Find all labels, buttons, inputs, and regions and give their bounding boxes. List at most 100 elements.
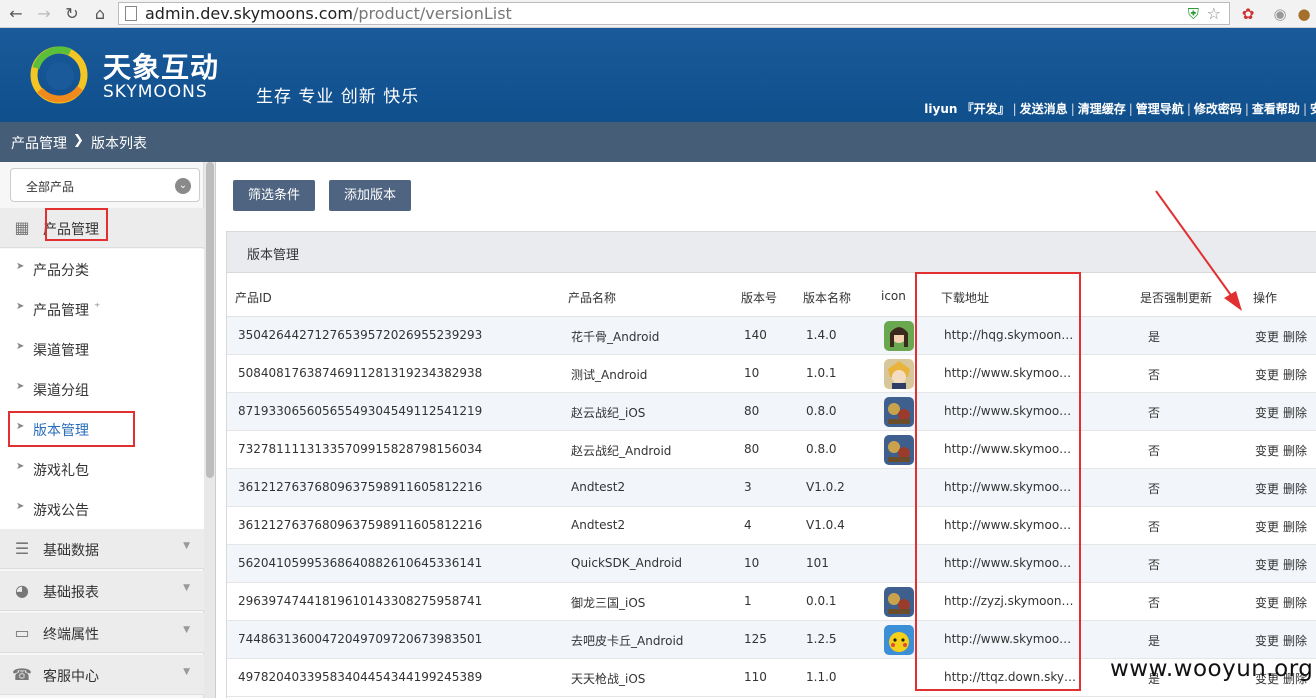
cell-force-update: 否 [1148,444,1161,458]
edit-link[interactable]: 变更 [1255,328,1279,345]
sidebar-item-product-category[interactable]: ➤ 产品分类 [0,249,204,289]
delete-link[interactable]: 删除 [1283,366,1307,383]
caret-down-icon: ▼ [183,625,190,635]
delete-link[interactable]: 删除 [1283,480,1307,497]
cell-version-name: V1.0.2 [806,480,845,494]
sidebar-item-product-manage[interactable]: ➤ 产品管理 ⁺ [0,289,204,329]
bullet-icon: ➤ [16,301,25,312]
sidebar-section-label: 基础数据 [43,543,99,559]
cookie-icon[interactable]: ● [1294,4,1314,24]
sidebar-item-channel-group[interactable]: ➤ 渠道分组 [0,369,204,409]
sidebar-section-terminal[interactable]: ▭ 终端属性 ▼ [0,613,204,653]
logo-icon [30,46,88,104]
sidebar-scrollbar[interactable] [204,162,216,698]
product-select[interactable]: 全部产品 ⌄ [10,168,200,202]
edit-link[interactable]: 变更 [1255,632,1279,649]
cell-version-no: 4 [744,518,752,532]
link-security[interactable]: 安 [1310,102,1316,116]
cell-product-id: 29639747441819610143308275958741 [238,594,483,608]
edit-link[interactable]: 变更 [1255,594,1279,611]
cell-version-no: 125 [744,632,767,646]
sidebar-section-service[interactable]: ☎ 客服中心 ▼ [0,655,204,695]
app-icon [884,587,914,617]
address-bar[interactable]: admin.dev.skymoons.com/product/versionLi… [118,2,1230,25]
sidebar-section-label: 基础报表 [43,585,99,601]
reload-icon[interactable]: ↻ [62,4,82,24]
bullet-icon: ➤ [16,381,25,392]
panel-title: 版本管理 [247,248,300,263]
cell-version-no: 10 [744,366,760,380]
sidebar-item-channel-manage[interactable]: ➤ 渠道管理 [0,329,204,369]
cell-force-update: 否 [1148,596,1161,610]
watermark: www.wooyun.org [1110,656,1314,682]
delete-link[interactable]: 删除 [1283,556,1307,573]
edit-link[interactable]: 变更 [1255,518,1279,535]
sidebar-section-base-data[interactable]: ☰ 基础数据 ▼ [0,529,204,569]
pie-chart-icon: ◕ [15,581,29,600]
delete-link[interactable]: 删除 [1283,328,1307,345]
star-icon[interactable]: ☆ [1207,4,1221,23]
annotation-box-product-manage [45,208,108,241]
home-icon[interactable]: ⌂ [90,4,110,24]
col-product-name: 产品名称 [568,291,617,305]
cell-product-id: 49782040339583404454344199245389 [238,670,483,684]
username[interactable]: liyun [924,102,957,116]
back-icon[interactable]: ← [6,4,26,24]
cell-version-no: 80 [744,442,760,456]
cell-version-no: 10 [744,556,760,570]
delete-link[interactable]: 删除 [1283,442,1307,459]
delete-link[interactable]: 删除 [1283,632,1307,649]
sidebar-item-game-gift[interactable]: ➤ 游戏礼包 [0,449,204,489]
sidebar-item-label: 游戏礼包 [33,463,89,479]
cell-version-no: 80 [744,404,760,418]
cell-version-name: 101 [806,556,829,570]
cell-force-update: 否 [1148,482,1161,496]
cell-product-name: Andtest2 [571,518,626,532]
cell-product-name: 去吧皮卡丘_Android [571,634,684,648]
cell-product-id: 35042644271276539572026955239293 [238,328,483,342]
delete-link[interactable]: 删除 [1283,518,1307,535]
sidebar-section-label: 终端属性 [43,627,99,643]
sidebar-item-label: 产品管理 [33,303,89,319]
cell-version-name: 0.8.0 [806,404,837,418]
cell-product-name: Andtest2 [571,480,626,494]
table-row: 50840817638746911281319234382938 测试_Andro… [227,355,1316,393]
edit-link[interactable]: 变更 [1255,404,1279,421]
sidebar-item-game-notice[interactable]: ➤ 游戏公告 [0,489,204,529]
record-icon[interactable]: ◉ [1270,4,1290,24]
grid-icon: ▦ [14,218,30,237]
scrollbar-thumb[interactable] [206,162,214,478]
app-icon [884,321,914,351]
edit-link[interactable]: 变更 [1255,556,1279,573]
edit-link[interactable]: 变更 [1255,442,1279,459]
forward-icon[interactable]: → [34,4,54,24]
add-version-button[interactable]: 添加版本 [329,180,411,211]
sidebar-section-base-report[interactable]: ◕ 基础报表 ▼ [0,571,204,611]
app-icon [884,359,914,389]
breadcrumb-version-list: 版本列表 [91,136,147,152]
link-send-message[interactable]: 发送消息 [1020,102,1068,116]
extension-icon[interactable]: ✿ [1238,4,1258,24]
link-help[interactable]: 查看帮助 [1252,102,1300,116]
link-clear-cache[interactable]: 清理缓存 [1078,102,1126,116]
filter-button[interactable]: 筛选条件 [233,180,315,211]
cell-version-name: 0.8.0 [806,442,837,456]
cell-product-id: 36121276376809637598911605812216 [238,518,483,532]
shield-icon[interactable]: ⛨ [1188,5,1199,23]
sidebar-item-label: 渠道管理 [33,343,89,359]
product-select-value: 全部产品 [26,180,75,194]
edit-link[interactable]: 变更 [1255,480,1279,497]
delete-link[interactable]: 删除 [1283,404,1307,421]
app-icon [884,625,914,655]
link-admin-nav[interactable]: 管理导航 [1136,102,1184,116]
table-row: 87193306560565549304549112541219 赵云战纪_iOS… [227,393,1316,431]
link-change-password[interactable]: 修改密码 [1194,102,1242,116]
cell-version-name: 1.1.0 [806,670,837,684]
breadcrumb: 产品管理 ❯ 版本列表 [0,122,1316,162]
cell-force-update: 是 [1148,634,1161,648]
sidebar-item-label: 游戏公告 [33,503,89,519]
monitor-icon: ▭ [14,623,30,642]
delete-link[interactable]: 删除 [1283,594,1307,611]
edit-link[interactable]: 变更 [1255,366,1279,383]
breadcrumb-product-manage[interactable]: 产品管理 [11,133,67,153]
